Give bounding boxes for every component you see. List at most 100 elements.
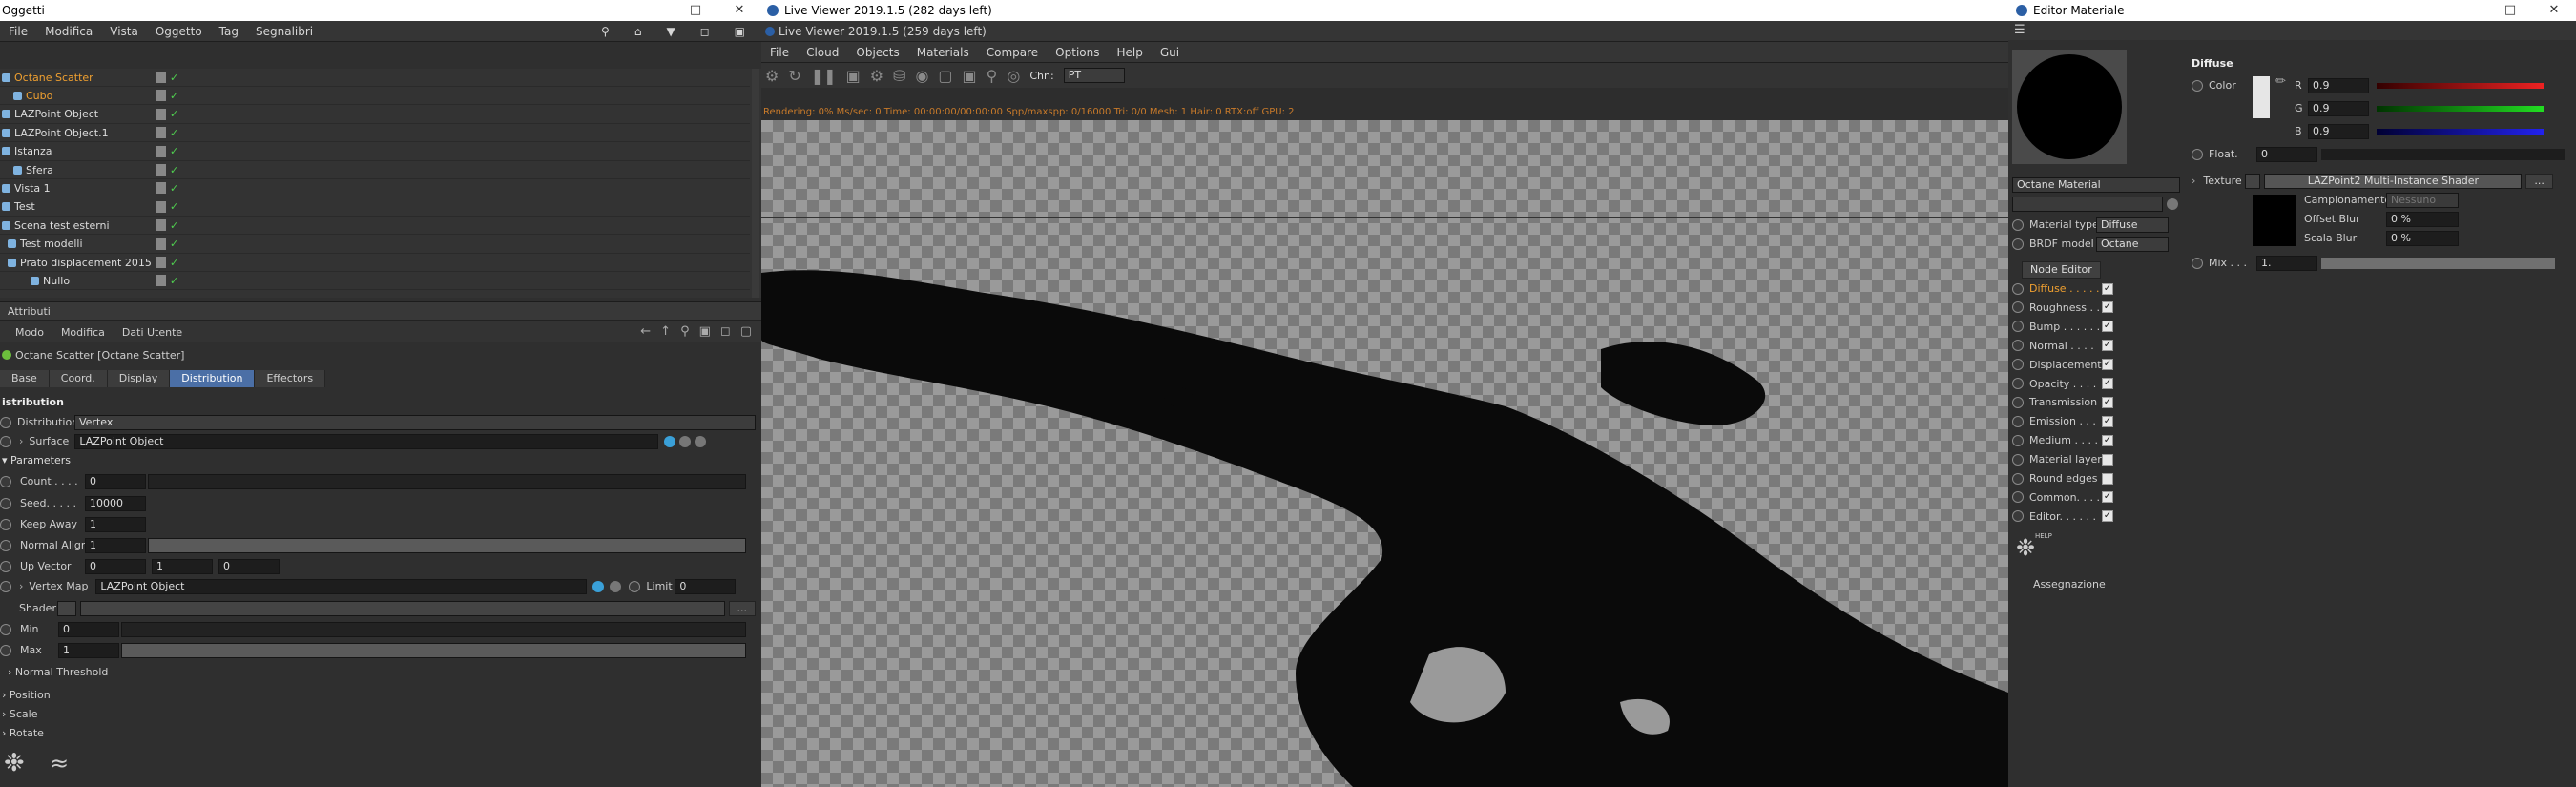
texture-dropdown[interactable] [2245, 173, 2261, 189]
channel-row[interactable]: Bump . . . . . . ✓ [2012, 318, 2113, 336]
surface-anim-radio[interactable] [0, 435, 11, 447]
rotate-group[interactable]: › Rotate [2, 727, 44, 739]
b-slider[interactable] [2377, 128, 2544, 135]
channel-checkbox[interactable]: ✓ [2102, 321, 2113, 333]
offset-blur-field[interactable]: 0 % [2386, 211, 2459, 227]
surface-link-field[interactable]: LAZPoint Object [74, 433, 659, 449]
crop-icon[interactable]: ▣ [963, 67, 977, 85]
material-search-icon[interactable] [2167, 198, 2178, 210]
lock-viewer-icon[interactable]: ⛁ [893, 67, 905, 85]
viewer-menu-compare[interactable]: Compare [978, 46, 1047, 59]
g-slider[interactable] [2377, 105, 2544, 112]
channel-row[interactable]: Emission . . . ✓ [2012, 412, 2113, 430]
visibility-toggle-icon[interactable] [156, 108, 166, 120]
viewer-menu-materials[interactable]: Materials [908, 46, 978, 59]
mat-close-icon[interactable]: ✕ [2532, 0, 2576, 21]
channel-radio[interactable] [2012, 453, 2024, 466]
vertex-map-clear-icon[interactable] [610, 580, 622, 592]
channel-row[interactable]: Common. . . . ✓ [2012, 488, 2113, 507]
channel-radio[interactable] [2012, 340, 2024, 352]
shader-field[interactable] [79, 600, 725, 616]
keep-away-radio[interactable] [0, 518, 11, 530]
mix-field[interactable]: 1. [2256, 255, 2317, 271]
material-preview[interactable] [2012, 50, 2127, 164]
r-field[interactable]: 0.9 [2308, 77, 2369, 93]
tab-effectors[interactable]: Effectors [255, 370, 326, 387]
enabled-check-icon[interactable]: ✓ [170, 72, 178, 84]
channel-row[interactable]: Normal . . . . ✓ [2012, 337, 2113, 355]
enabled-check-icon[interactable]: ✓ [170, 164, 178, 176]
channel-row[interactable]: Roughness . . ✓ [2012, 299, 2113, 317]
tab-base[interactable]: Base [0, 370, 50, 387]
home-icon[interactable]: ⌂ [626, 25, 651, 38]
visibility-toggle-icon[interactable] [156, 200, 166, 213]
min-field[interactable]: 0 [58, 621, 119, 637]
filter-icon[interactable]: ▼ [657, 25, 683, 38]
channel-checkbox[interactable]: ✓ [2102, 301, 2113, 314]
material-ball-icon[interactable]: ◉ [915, 67, 928, 85]
channel-radio[interactable] [2012, 321, 2024, 333]
channel-row[interactable]: Displacement ✓ [2012, 356, 2113, 374]
float-field[interactable]: 0 [2256, 146, 2317, 162]
min-slider[interactable] [121, 621, 746, 637]
hamburger-icon[interactable]: ☰ [2014, 23, 2025, 37]
material-search-field[interactable] [2012, 197, 2163, 212]
node-editor-button[interactable]: Node Editor [2022, 261, 2101, 279]
distribution-anim-radio[interactable] [0, 416, 11, 428]
enabled-check-icon[interactable]: ✓ [170, 145, 178, 157]
viewer-menu-objects[interactable]: Objects [847, 46, 907, 59]
scale-group[interactable]: › Scale [2, 708, 38, 720]
menu-modifica[interactable]: Modifica [36, 25, 101, 38]
mix-slider[interactable] [2321, 257, 2555, 269]
tab-display[interactable]: Display [107, 370, 171, 387]
enabled-check-icon[interactable]: ✓ [170, 108, 178, 120]
surface-menu-icon[interactable] [679, 435, 692, 447]
menu-oggetto[interactable]: Oggetto [147, 25, 211, 38]
enabled-check-icon[interactable]: ✓ [170, 257, 178, 269]
vertex-map-link-icon[interactable] [592, 580, 605, 592]
b-field[interactable]: 0.9 [2308, 123, 2369, 139]
object-row[interactable]: Istanza ✓ [0, 143, 750, 161]
mix-radio[interactable] [2192, 257, 2203, 269]
pause-icon[interactable]: ❚❚ [811, 67, 837, 85]
visibility-toggle-icon[interactable] [156, 275, 166, 287]
material-type-select[interactable]: Diffuse [2096, 217, 2169, 233]
viewer-menu-cloud[interactable]: Cloud [798, 46, 847, 59]
visibility-toggle-icon[interactable] [156, 257, 166, 268]
brdf-radio[interactable] [2012, 238, 2024, 250]
campionamento-select[interactable]: Nessuno [2386, 192, 2459, 208]
up-vector-y[interactable]: 1 [152, 558, 213, 574]
assegnazione-label[interactable]: Assegnazione [2033, 578, 2106, 590]
object-row[interactable]: Sfera ✓ [0, 161, 750, 179]
count-slider[interactable] [148, 473, 746, 489]
count-radio[interactable] [0, 475, 11, 487]
maximize-icon[interactable]: □ [674, 0, 717, 21]
pin-icon[interactable]: ⚲ [987, 67, 998, 85]
help-octane-icon[interactable]: ❉ [4, 749, 25, 777]
keep-away-field[interactable]: 1 [85, 516, 146, 532]
maximize-panel-icon[interactable]: ▣ [726, 25, 754, 38]
viewer-menu-options[interactable]: Options [1047, 46, 1108, 59]
focus-icon[interactable]: ◎ [1007, 67, 1020, 85]
limit-radio[interactable] [629, 580, 641, 592]
channel-checkbox[interactable]: ✓ [2102, 396, 2113, 408]
enabled-check-icon[interactable]: ✓ [170, 219, 178, 232]
channel-checkbox[interactable] [2102, 453, 2113, 466]
visibility-toggle-icon[interactable] [156, 127, 166, 139]
new-attr-view-icon[interactable]: ◻ [720, 324, 731, 339]
max-field[interactable]: 1 [58, 642, 119, 658]
enabled-check-icon[interactable]: ✓ [170, 90, 178, 102]
channel-radio[interactable] [2012, 359, 2024, 371]
attr-menu-dati-utente[interactable]: Dati Utente [122, 326, 182, 339]
max-radio[interactable] [0, 644, 11, 656]
channel-row[interactable]: Opacity . . . . ✓ [2012, 375, 2113, 393]
limit-field[interactable]: 0 [675, 578, 737, 594]
channel-row[interactable]: Round edges [2012, 469, 2113, 487]
menu-vista[interactable]: Vista [101, 25, 147, 38]
channel-radio[interactable] [2012, 491, 2024, 504]
visibility-toggle-icon[interactable] [156, 72, 166, 83]
vertex-map-radio[interactable] [0, 580, 11, 592]
channel-checkbox[interactable]: ✓ [2102, 378, 2113, 389]
normal-align-field[interactable]: 1 [85, 537, 146, 553]
float-slider[interactable] [2321, 148, 2565, 160]
